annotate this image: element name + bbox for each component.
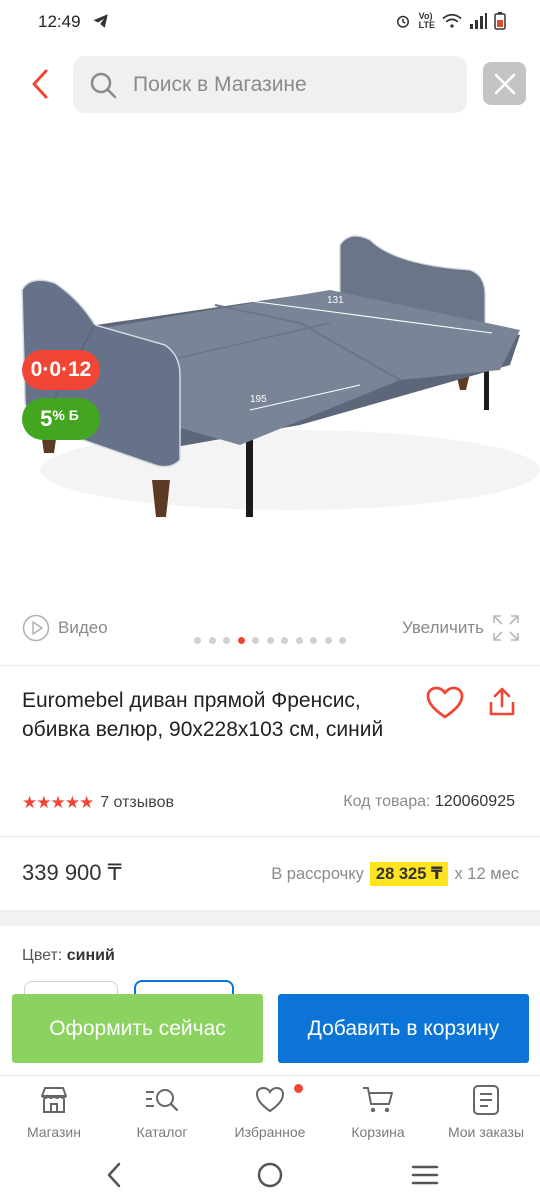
catalog-search-icon	[146, 1089, 179, 1112]
pagination-dot-active[interactable]	[237, 637, 245, 644]
battery-icon	[494, 12, 506, 30]
nav-orders-label: Мои заказы	[447, 1124, 525, 1140]
telegram-icon	[92, 12, 110, 35]
image-pagination[interactable]	[194, 637, 346, 644]
system-home-button[interactable]	[256, 1160, 284, 1195]
zoom-button[interactable]: Увеличить	[402, 614, 520, 642]
width-dimension-label: 131	[327, 295, 344, 306]
notification-dot	[294, 1084, 303, 1093]
nav-cart[interactable]: Корзина	[324, 1084, 432, 1140]
share-icon	[489, 687, 515, 716]
heart-icon	[255, 1086, 285, 1113]
menu-icon	[411, 1165, 439, 1185]
nav-favorites[interactable]: Избранное	[216, 1084, 324, 1140]
installment-badge: 0·0·12	[22, 350, 100, 390]
back-arrow-icon	[107, 1162, 121, 1188]
nav-shop-label: Магазин	[26, 1124, 81, 1140]
search-input[interactable]	[131, 71, 455, 98]
home-circle-icon	[257, 1162, 283, 1188]
bonus-badge: 5% Б	[22, 398, 100, 440]
search-bar[interactable]	[73, 56, 467, 113]
pagination-dot[interactable]	[295, 637, 303, 644]
close-button[interactable]	[483, 62, 526, 105]
chevron-left-icon	[32, 69, 48, 99]
product-code-label: Код товара:	[343, 793, 431, 810]
system-navigation	[0, 1152, 540, 1204]
color-label: Цвет:	[22, 947, 63, 964]
wifi-icon	[442, 13, 462, 28]
nav-catalog[interactable]: Каталог	[108, 1084, 216, 1140]
color-selector-label: Цвет: синий	[22, 947, 115, 965]
price: 339 900 ₸	[22, 860, 122, 885]
bonus-symbol: % Б	[52, 407, 79, 423]
rating: ★★★★★ 7 отзывов	[22, 793, 174, 813]
pagination-dot[interactable]	[252, 637, 259, 644]
section-separator	[0, 910, 540, 926]
bottom-navigation: Магазин Каталог Избранное Корзина Мои за…	[0, 1075, 540, 1152]
divider	[0, 836, 540, 837]
play-circle-icon	[22, 614, 50, 642]
length-dimension-label: 195	[250, 394, 267, 405]
favorite-button[interactable]	[426, 686, 464, 725]
installment-prefix: В рассрочку	[271, 864, 364, 883]
nav-catalog-label: Каталог	[136, 1124, 188, 1140]
video-button[interactable]: Видео	[22, 614, 108, 642]
heart-icon	[426, 686, 464, 719]
search-icon	[90, 72, 117, 98]
pagination-dot[interactable]	[281, 637, 288, 644]
pagination-dot[interactable]	[324, 637, 332, 644]
rating-stars: ★★★★★	[22, 793, 94, 812]
close-icon	[494, 73, 515, 94]
pagination-dot[interactable]	[339, 637, 346, 644]
pagination-dot[interactable]	[310, 637, 317, 644]
product-title: Euromebel диван прямой Френсис, обивка в…	[22, 689, 384, 741]
share-button[interactable]	[486, 686, 518, 723]
color-value: синий	[66, 947, 115, 964]
expand-icon	[493, 615, 519, 641]
nav-orders[interactable]: Мои заказы	[432, 1084, 540, 1140]
installment-suffix: x 12 мес	[454, 864, 519, 883]
divider	[0, 665, 540, 666]
pagination-dot[interactable]	[208, 637, 216, 644]
volte-icon: Vo) LTE	[418, 11, 435, 30]
alarm-icon	[396, 15, 409, 28]
status-bar: 12:49 Vo) LTE	[0, 0, 540, 44]
signal-icon	[470, 13, 487, 29]
installment-info[interactable]: В рассрочку 28 325 ₸ x 12 мес	[271, 862, 519, 886]
bonus-value: 5	[40, 406, 53, 431]
nav-cart-label: Корзина	[351, 1124, 405, 1140]
status-time: 12:49	[38, 12, 81, 31]
add-to-cart-button[interactable]: Добавить в корзину	[278, 994, 529, 1063]
video-label: Видео	[58, 618, 108, 637]
cart-icon	[363, 1087, 393, 1113]
shop-icon	[41, 1087, 67, 1113]
nav-shop[interactable]: Магазин	[0, 1084, 108, 1140]
system-menu-button[interactable]	[410, 1160, 440, 1195]
product-code: Код товара: 120060925	[343, 793, 515, 811]
reviews-link[interactable]: 7 отзывов	[100, 794, 174, 812]
pagination-dot[interactable]	[194, 637, 201, 644]
status-icons: Vo) LTE	[394, 12, 506, 30]
zoom-label: Увеличить	[402, 618, 484, 637]
buy-now-button[interactable]: Оформить сейчас	[12, 994, 263, 1063]
product-code-value: 120060925	[434, 793, 515, 810]
orders-icon	[473, 1085, 499, 1115]
pagination-dot[interactable]	[266, 637, 274, 644]
nav-favorites-label: Избранное	[234, 1124, 306, 1140]
pagination-dot[interactable]	[223, 637, 230, 644]
installment-amount: 28 325 ₸	[369, 862, 449, 886]
system-back-button[interactable]	[104, 1160, 124, 1195]
back-button[interactable]	[24, 66, 56, 102]
